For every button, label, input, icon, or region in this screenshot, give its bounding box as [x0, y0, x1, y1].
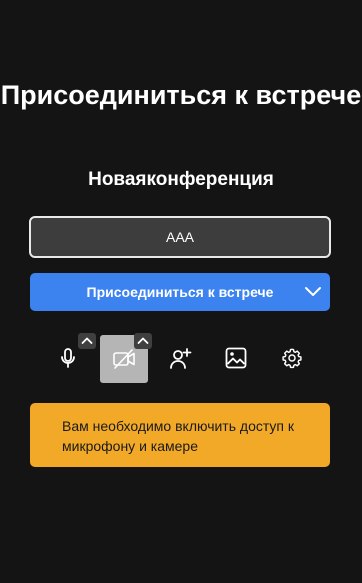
- join-meeting-button[interactable]: Присоединиться к встрече: [30, 273, 330, 311]
- chevron-down-icon[interactable]: [304, 284, 322, 300]
- chevron-up-icon: [137, 337, 149, 344]
- camera-options-button[interactable]: [134, 333, 152, 349]
- microphone-options-button[interactable]: [78, 333, 96, 349]
- page-title: Присоединиться к встрече: [0, 80, 362, 110]
- permission-warning-text: Вам необходимо включить доступ к микрофо…: [62, 418, 295, 454]
- room-name: Новаяконференция: [88, 169, 274, 190]
- media-toolbar: [0, 332, 362, 384]
- chevron-up-icon: [81, 337, 93, 344]
- prejoin-screen: Присоединиться к встрече Новаяконференци…: [0, 0, 362, 583]
- gear-icon[interactable]: [281, 347, 303, 369]
- camera-off-icon: [113, 349, 135, 369]
- add-person-icon[interactable]: [168, 347, 192, 371]
- image-icon[interactable]: [225, 347, 247, 369]
- join-meeting-label: Присоединиться к встрече: [86, 284, 274, 300]
- microphone-icon[interactable]: [56, 346, 80, 370]
- display-name-input[interactable]: [29, 216, 331, 258]
- permission-warning: Вам необходимо включить доступ к микрофо…: [30, 403, 330, 467]
